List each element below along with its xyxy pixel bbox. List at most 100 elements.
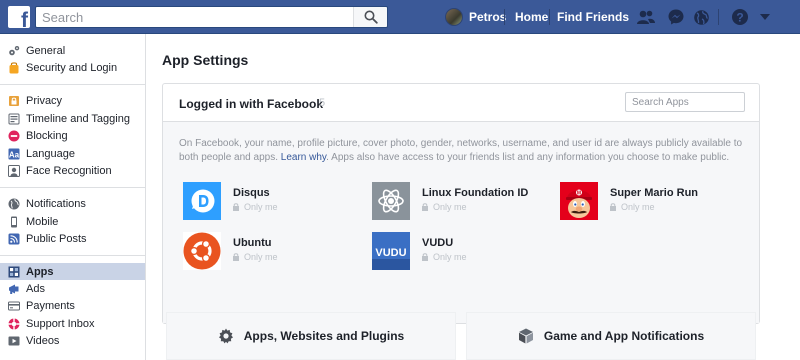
find-friends-link[interactable]: Find Friends: [557, 10, 629, 24]
app-name: Linux Foundation ID: [422, 187, 529, 199]
top-navigation-bar: f Petros Home Find Friends ?: [0, 0, 800, 34]
lock-icon: [233, 253, 239, 261]
sidebar-item-label: Language: [26, 147, 75, 160]
avatar: [445, 8, 463, 26]
apps-icon: [8, 266, 20, 278]
payments-icon: [8, 300, 20, 312]
notifications-globe-icon[interactable]: [691, 7, 711, 27]
lock-icon: [8, 95, 20, 107]
timeline-icon: [8, 113, 20, 125]
app-item-disqus[interactable]: Disqus Only me: [183, 182, 363, 222]
sidebar-item-payments[interactable]: Payments: [0, 298, 145, 315]
sidebar-item-ads[interactable]: Ads: [0, 280, 145, 297]
settings-sidebar: General Security and Login Privacy Timel…: [0, 34, 146, 360]
rss-icon: [8, 233, 20, 245]
card-body: On Facebook, your name, profile picture,…: [163, 122, 759, 323]
search-apps-box: [625, 92, 745, 112]
learn-why-link[interactable]: Learn why: [281, 152, 326, 163]
home-link[interactable]: Home: [515, 10, 548, 24]
shield-lock-icon: [8, 62, 20, 74]
sidebar-item-language[interactable]: Aa Language: [0, 145, 145, 162]
messenger-icon[interactable]: [666, 7, 686, 27]
sidebar-item-label: General: [26, 44, 66, 57]
disqus-logo: [183, 182, 221, 220]
app-name: Disqus: [233, 187, 270, 199]
app-privacy: Only me: [610, 202, 655, 212]
gears-icon: [8, 45, 20, 57]
svg-text:Aa: Aa: [9, 150, 20, 159]
mario-logo: M: [560, 182, 598, 220]
sidebar-item-label: Mobile: [26, 215, 59, 228]
app-item-ubuntu[interactable]: Ubuntu Only me: [183, 232, 363, 272]
face-icon: [8, 165, 20, 178]
sidebar-item-public-posts[interactable]: Public Posts: [0, 231, 145, 248]
privacy-label: Only me: [433, 252, 467, 262]
nav-divider: [549, 9, 550, 25]
app-privacy: Only me: [233, 252, 278, 262]
sidebar-item-general[interactable]: General: [0, 42, 145, 59]
sidebar-item-security-and-login[interactable]: Security and Login: [0, 59, 145, 76]
gear-icon: [218, 328, 233, 344]
sidebar-item-videos[interactable]: Videos: [0, 332, 145, 349]
sidebar-item-support-inbox[interactable]: Support Inbox: [0, 315, 145, 332]
section-label: Game and App Notifications: [543, 329, 705, 343]
app-name: VUDU: [422, 237, 454, 249]
sidebar-item-label: Support Inbox: [26, 317, 95, 330]
card-title: Logged in with Facebook: [179, 97, 323, 111]
logo-letter: f: [21, 9, 28, 28]
mobile-icon: [8, 216, 20, 228]
privacy-label: Only me: [433, 202, 467, 212]
lock-icon: [233, 203, 239, 211]
sidebar-item-blocking[interactable]: Blocking: [0, 128, 145, 145]
svg-text:VUDU: VUDU: [375, 247, 406, 259]
app-name: Super Mario Run: [610, 187, 699, 199]
card-header: Logged in with Facebook 5: [163, 84, 759, 122]
ads-icon: [8, 283, 20, 295]
apps-websites-plugins-section[interactable]: Apps, Websites and Plugins: [166, 312, 456, 360]
sidebar-item-face-recognition[interactable]: Face Recognition: [0, 162, 145, 179]
sidebar-group-privacy: Privacy Timeline and Tagging Blocking Aa…: [0, 85, 145, 188]
lock-icon: [422, 203, 428, 211]
menu-caret-icon[interactable]: [755, 7, 775, 27]
facebook-logo[interactable]: f: [8, 6, 30, 28]
sidebar-item-label: Videos: [26, 335, 60, 348]
section-label: Apps, Websites and Plugins: [243, 329, 405, 343]
sidebar-item-privacy[interactable]: Privacy: [0, 93, 145, 110]
search-icon: [364, 10, 378, 24]
lock-icon: [610, 203, 616, 211]
svg-text:M: M: [577, 191, 581, 197]
sidebar-item-label: Payments: [26, 300, 75, 313]
sidebar-item-mobile[interactable]: Mobile: [0, 213, 145, 230]
notice-text: . Apps also have access to your friends …: [326, 151, 730, 163]
sidebar-item-label: Ads: [26, 282, 45, 295]
game-app-notifications-section[interactable]: Game and App Notifications: [466, 312, 756, 360]
globe-icon: [8, 198, 20, 210]
search-apps-input[interactable]: [626, 93, 744, 111]
app-item-super-mario-run[interactable]: M Super Mario Run Only me: [560, 182, 740, 222]
friend-requests-icon[interactable]: [636, 7, 656, 27]
app-count: 5: [319, 97, 326, 109]
privacy-label: Only me: [244, 252, 278, 262]
sidebar-item-label: Privacy: [26, 95, 63, 108]
svg-text:?: ?: [736, 10, 743, 24]
privacy-label: Only me: [621, 202, 655, 212]
ubuntu-logo: [183, 232, 221, 270]
sidebar-item-timeline-and-tagging[interactable]: Timeline and Tagging: [0, 110, 145, 127]
app-item-vudu[interactable]: VUDU VUDU Only me: [372, 232, 552, 272]
sidebar-item-notifications[interactable]: Notifications: [0, 196, 145, 213]
search-button[interactable]: [353, 7, 387, 27]
sidebar-item-label: Blocking: [26, 130, 68, 143]
app-item-linux-foundation-id[interactable]: Linux Foundation ID Only me: [372, 182, 552, 222]
support-icon: [8, 318, 20, 330]
app-privacy: Only me: [422, 202, 467, 212]
lock-icon: [422, 253, 428, 261]
profile-link[interactable]: Petros: [445, 7, 506, 27]
sidebar-group-apps: Apps Ads Payments Support Inbox Videos: [0, 256, 145, 350]
nav-divider: [504, 9, 505, 25]
search-input[interactable]: [36, 7, 354, 27]
help-icon[interactable]: ?: [730, 7, 750, 27]
privacy-label: Only me: [244, 202, 278, 212]
app-name: Ubuntu: [233, 237, 272, 249]
sidebar-item-label: Timeline and Tagging: [26, 112, 130, 125]
sidebar-item-apps[interactable]: Apps: [0, 262, 145, 281]
